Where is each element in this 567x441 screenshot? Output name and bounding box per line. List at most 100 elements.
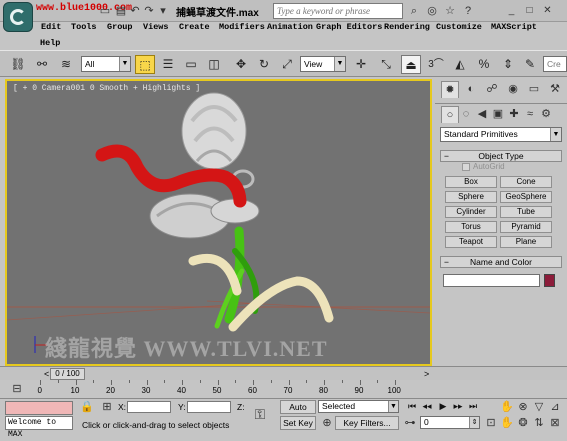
cone-button[interactable]: Cone — [500, 176, 552, 188]
menu-rendering[interactable]: Rendering — [384, 22, 430, 32]
default-in-out-key-icon[interactable]: ⚿ — [253, 407, 267, 421]
hierarchy-tab-icon[interactable]: ☍ — [483, 81, 501, 98]
category-select[interactable]: Standard Primitives ▼ — [440, 127, 562, 142]
menu-modifiers[interactable]: Modifiers — [219, 22, 265, 32]
orbit-icon[interactable]: ❂ — [516, 416, 530, 430]
pan-icon[interactable]: ✋ — [500, 416, 514, 430]
favorites-icon[interactable]: ☆ — [443, 4, 457, 18]
key-filters-button[interactable]: Key Filters... — [335, 416, 399, 430]
app-logo-icon[interactable] — [3, 2, 33, 32]
reference-coord-select[interactable]: View ▼ — [300, 56, 346, 72]
time-slider-thumb[interactable]: 0 / 100 — [50, 368, 85, 380]
menu-views[interactable]: Views — [143, 22, 169, 32]
menu-group[interactable]: Group — [107, 22, 133, 32]
autogrid-checkbox[interactable]: AutoGrid — [462, 162, 505, 171]
modify-tab-icon[interactable]: ◐ — [462, 81, 480, 98]
select-object-icon[interactable]: ⬚ — [135, 55, 155, 74]
name-and-color-rollout[interactable]: − Name and Color — [440, 256, 562, 268]
menu-tools[interactable]: Tools — [71, 22, 97, 32]
object-color-swatch[interactable] — [544, 274, 555, 287]
plane-button[interactable]: Plane — [500, 236, 552, 248]
named-selection-set-input[interactable]: Cre — [543, 56, 567, 72]
menu-maxscript[interactable]: MAXScript — [491, 22, 537, 32]
zoom-extents-icon[interactable]: ⊿ — [548, 400, 562, 414]
prev-key-icon[interactable]: ◂◂ — [420, 400, 434, 413]
maxscript-listener-output[interactable] — [5, 401, 73, 415]
menu-customize[interactable]: Customize — [436, 22, 482, 32]
search-input[interactable] — [274, 4, 402, 18]
search-box[interactable] — [273, 3, 403, 19]
tube-button[interactable]: Tube — [500, 206, 552, 218]
time-slider[interactable]: < 0 / 100 > — [0, 366, 567, 380]
binoculars-icon[interactable]: ⌕ — [407, 4, 421, 18]
zoom-all-icon[interactable]: ⊗ — [516, 400, 530, 414]
open-icon[interactable]: ▤ — [114, 4, 128, 18]
menu-create[interactable]: Create — [179, 22, 210, 32]
maxscript-listener-input[interactable]: Welcome to MAX — [5, 416, 73, 439]
percent-snap-icon[interactable]: % — [474, 55, 494, 74]
window-crossing-icon[interactable]: ◫ — [204, 55, 224, 74]
move-icon[interactable]: ✥ — [231, 55, 251, 74]
box-button[interactable]: Box — [445, 176, 497, 188]
link-icon[interactable]: ⛓ — [8, 55, 28, 74]
time-config-icon[interactable]: ⊡ — [484, 416, 498, 430]
dolly-icon[interactable]: ⇅ — [532, 416, 546, 430]
edit-named-selection-icon[interactable]: ✎ — [520, 55, 540, 74]
key-mode-select[interactable]: Selected ▼ — [318, 400, 399, 413]
set-key-icon[interactable]: ⊕ — [320, 416, 334, 430]
utilities-tab-icon[interactable]: ⚒ — [546, 81, 564, 98]
rectangular-region-icon[interactable]: ▭ — [181, 55, 201, 74]
menu-animation[interactable]: Animation — [267, 22, 313, 32]
pivot-center-icon[interactable]: ✛ — [351, 55, 371, 74]
x-coordinate-field[interactable] — [127, 401, 171, 413]
goto-start-icon[interactable]: ⏮ — [405, 400, 419, 413]
undo-icon[interactable]: ↶ — [128, 4, 142, 18]
object-type-rollout[interactable]: − Object Type — [440, 150, 562, 162]
maximize-icon[interactable]: □ — [523, 4, 536, 17]
menu-edit[interactable]: Edit — [41, 22, 61, 32]
display-tab-icon[interactable]: ▭ — [525, 81, 543, 98]
menu-graph-editors[interactable]: Graph Editors — [316, 22, 382, 32]
key-mode-toggle-icon[interactable]: ⊶ — [403, 416, 417, 430]
subscription-icon[interactable]: ◎ — [425, 4, 439, 18]
minimize-icon[interactable]: _ — [505, 4, 518, 17]
absolute-mode-icon[interactable]: ⊞ — [100, 400, 114, 414]
current-frame-spinner[interactable]: 0 ⇕ — [420, 416, 480, 429]
torus-button[interactable]: Torus — [445, 221, 497, 233]
motion-tab-icon[interactable]: ◉ — [504, 81, 522, 98]
maximize-viewport-icon[interactable]: ⊠ — [548, 416, 562, 430]
zoom-icon[interactable]: ✋ — [500, 400, 514, 414]
menu-help[interactable]: Help — [40, 38, 60, 48]
select-by-name-icon[interactable]: ☰ — [158, 55, 178, 74]
set-key-button[interactable]: Set Key — [280, 416, 316, 430]
sphere-button[interactable]: Sphere — [445, 191, 497, 203]
new-icon[interactable]: ▭ — [98, 4, 112, 18]
mini-curve-editor-icon[interactable]: ⊟ — [10, 382, 24, 396]
close-icon[interactable]: ✕ — [541, 4, 554, 17]
snaps-toggle-icon[interactable]: 3⌒ — [426, 55, 446, 74]
systems-icon[interactable]: ⚙ — [537, 106, 555, 123]
rotate-icon[interactable]: ↻ — [254, 55, 274, 74]
select-manipulate-icon[interactable]: ⤡ — [376, 55, 396, 74]
play-icon[interactable]: ▶ — [436, 400, 450, 413]
geosphere-button[interactable]: GeoSphere — [500, 191, 552, 203]
camera-viewport[interactable]: [ + 0 Camera001 0 Smooth + Highlights ] … — [5, 79, 432, 366]
pyramid-button[interactable]: Pyramid — [500, 221, 552, 233]
dropdown-icon[interactable]: ▾ — [156, 4, 170, 18]
scale-icon[interactable]: ⤢ — [277, 55, 297, 74]
help-icon[interactable]: ? — [461, 4, 475, 18]
spinner-snap-icon[interactable]: ⇕ — [498, 55, 518, 74]
y-coordinate-field[interactable] — [187, 401, 231, 413]
angle-snap-icon[interactable]: ◭ — [450, 55, 470, 74]
cylinder-button[interactable]: Cylinder — [445, 206, 497, 218]
prev-frame-icon[interactable]: < — [44, 369, 49, 379]
keyboard-shortcut-override-icon[interactable]: ⏏ — [401, 55, 421, 74]
next-frame-icon[interactable]: > — [424, 369, 429, 379]
goto-end-icon[interactable]: ⏭ — [466, 400, 480, 413]
teapot-button[interactable]: Teapot — [445, 236, 497, 248]
redo-icon[interactable]: ↷ — [142, 4, 156, 18]
object-name-input[interactable] — [443, 274, 540, 287]
unlink-icon[interactable]: ⚯ — [32, 55, 52, 74]
selection-filter-select[interactable]: All ▼ — [81, 56, 131, 72]
next-key-icon[interactable]: ▸▸ — [451, 400, 465, 413]
